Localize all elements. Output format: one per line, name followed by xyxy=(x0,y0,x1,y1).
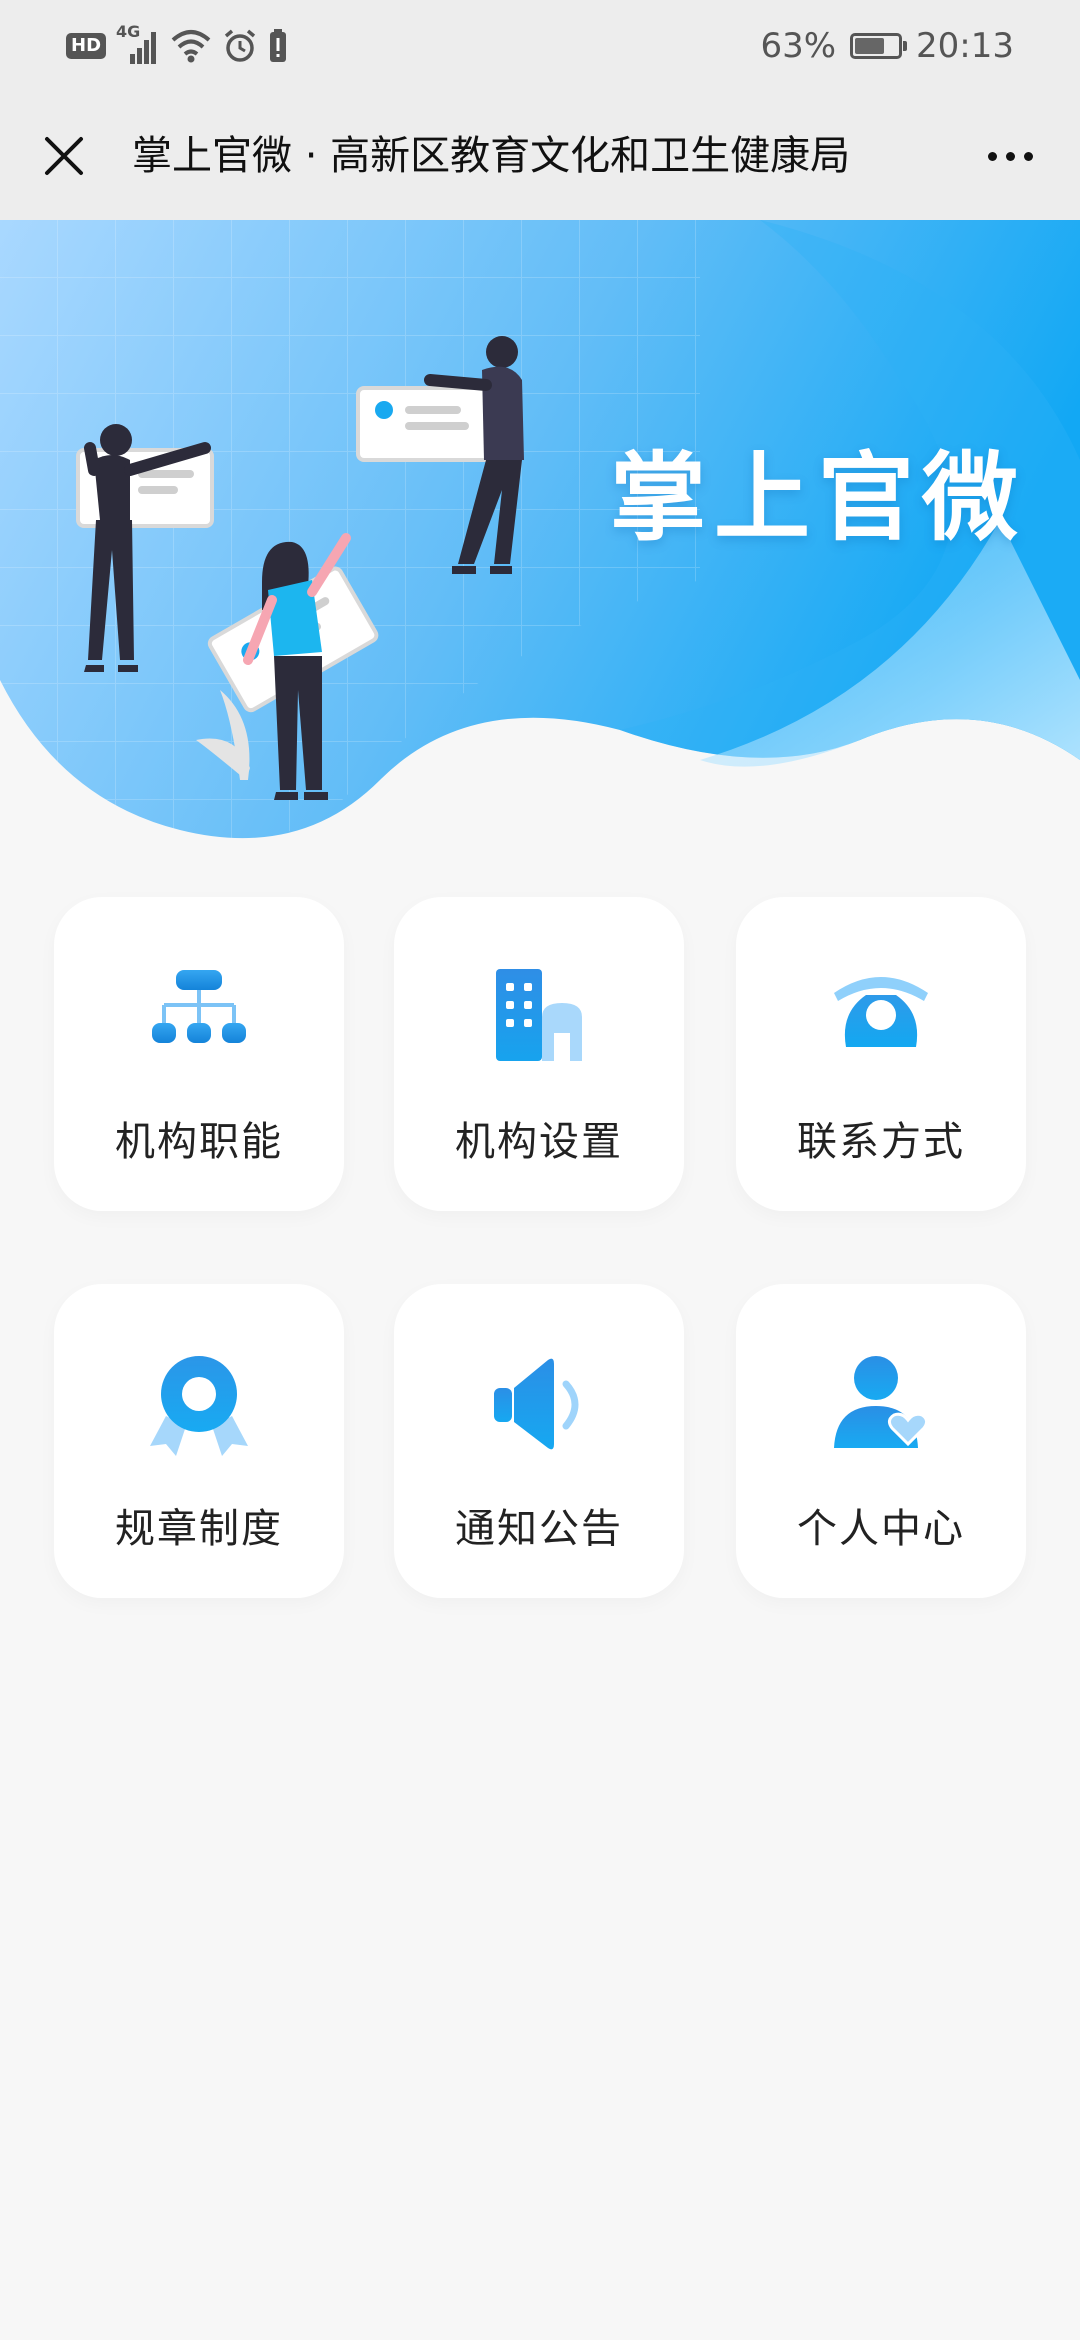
close-icon xyxy=(45,137,83,175)
menu-item-org-function[interactable]: 机构职能 xyxy=(54,897,344,1211)
org-chart-icon xyxy=(152,970,246,1043)
more-options-button[interactable] xyxy=(960,116,1060,196)
battery-alert-icon xyxy=(270,29,287,62)
alarm-icon xyxy=(224,29,256,62)
wifi-icon xyxy=(171,30,211,63)
page-title: 掌上官微 · 高新区教育文化和卫生健康局 xyxy=(132,133,851,179)
menu-label: 机构设置 xyxy=(455,1119,623,1165)
menu-item-notices[interactable]: 通知公告 xyxy=(394,1284,684,1598)
battery-percent: 63% xyxy=(760,26,837,66)
app-header: 掌上官微 · 高新区教育文化和卫生健康局 xyxy=(0,92,1080,220)
menu-label: 通知公告 xyxy=(455,1506,623,1552)
menu-label: 个人中心 xyxy=(797,1506,965,1552)
menu-label: 联系方式 xyxy=(797,1119,965,1165)
menu-label: 机构职能 xyxy=(115,1119,283,1165)
buildings-icon xyxy=(496,969,582,1061)
more-dots-icon xyxy=(987,151,997,161)
megaphone-icon xyxy=(494,1358,579,1450)
battery-icon xyxy=(850,33,908,59)
clock-time: 20:13 xyxy=(916,26,1014,66)
user-heart-icon xyxy=(834,1356,929,1448)
menu-item-regulations[interactable]: 规章制度 xyxy=(54,1284,344,1598)
signal-icon: 4G xyxy=(116,22,160,66)
menu-label: 规章制度 xyxy=(115,1506,283,1552)
close-button[interactable] xyxy=(24,116,104,196)
hd-badge: HD xyxy=(66,33,107,59)
award-badge-icon xyxy=(150,1356,248,1456)
hero-banner: 掌上官微 xyxy=(0,220,1080,860)
telephone-icon xyxy=(834,977,928,1047)
menu-item-contact[interactable]: 联系方式 xyxy=(736,897,1026,1211)
banner-title: 掌上官微 xyxy=(610,442,1026,554)
status-bar: HD 4G 63% 20:13 xyxy=(0,0,1080,92)
menu-item-org-setup[interactable]: 机构设置 xyxy=(394,897,684,1211)
menu-item-personal-center[interactable]: 个人中心 xyxy=(736,1284,1026,1598)
